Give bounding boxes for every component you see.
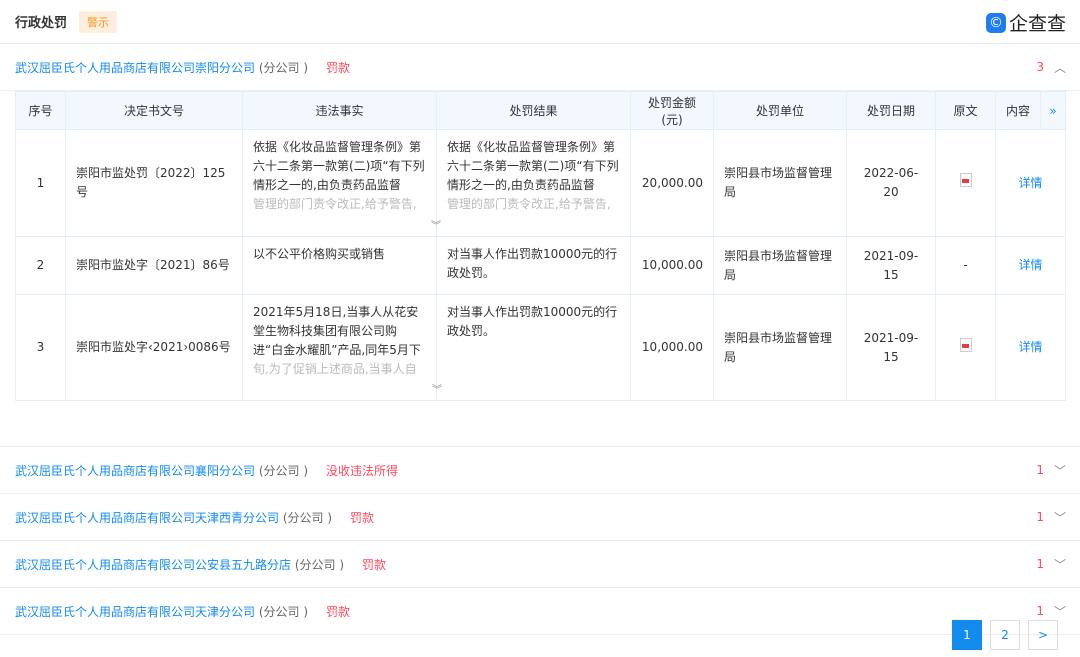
count: 1	[1036, 463, 1044, 477]
cell-doc: 崇阳市监处罚〔2022〕125号	[65, 129, 243, 237]
cell-amount: 10,000.00	[630, 236, 714, 295]
penalty-tag: 罚款	[326, 604, 351, 619]
cell-unit: 崇阳县市场监督管理局	[713, 236, 847, 295]
expand-more-icon[interactable]: ︾	[431, 222, 441, 232]
section-header[interactable]: 武汉屈臣氏个人用品商店有限公司天津西青分公司 (分公司 ) 罚款 1 ﹀	[0, 494, 1080, 541]
expand-columns-icon[interactable]: »	[1040, 91, 1066, 130]
qcc-logo: © 企查查	[985, 9, 1066, 36]
count: 1	[1036, 604, 1044, 618]
pdf-icon[interactable]	[935, 294, 996, 401]
cell-amount: 10,000.00	[630, 294, 714, 401]
cell-date: 2022-06-20	[846, 129, 936, 237]
cell-no: 3	[15, 294, 66, 401]
cell-result: 依据《化妆品监督管理条例》第六十二条第一款第(二)项“有下列情形之一的,由负责药…	[431, 129, 631, 237]
panel-header: 行政处罚 警示 © 企查查	[0, 0, 1080, 44]
company-link[interactable]: 武汉屈臣氏个人用品商店有限公司襄阳分公司 (分公司 )	[15, 462, 308, 479]
cell-amount: 20,000.00	[630, 129, 714, 237]
warning-badge: 警示	[79, 10, 118, 33]
pagination: 1 2 >	[952, 620, 1058, 650]
table-row: 3 崇阳市监处字‹2021›0086号 2021年5月18日,当事人从花安堂生物…	[15, 294, 1066, 401]
table-row: 1 崇阳市监处罚〔2022〕125号 依据《化妆品监督管理条例》第六十二条第一款…	[15, 129, 1066, 237]
col-header: 原文	[935, 91, 996, 130]
cell-doc: 崇阳市监处字‹2021›0086号	[65, 294, 243, 401]
company-link[interactable]: 武汉屈臣氏个人用品商店有限公司崇阳分公司 (分公司 )	[15, 59, 308, 76]
cell-date: 2021-09-15	[846, 236, 936, 295]
section-header[interactable]: 武汉屈臣氏个人用品商店有限公司天津分公司 (分公司 ) 罚款 1 ﹀	[0, 588, 1080, 635]
logo-text: 企查查	[1008, 13, 1066, 35]
cell-date: 2021-09-15	[846, 294, 936, 401]
chevron-down-icon[interactable]: ﹀	[1054, 509, 1066, 526]
cell-fact: 依据《化妆品监督管理条例》第六十二条第一款第(二)项“有下列情形之一的,由负责药…	[242, 129, 437, 237]
detail-link[interactable]: 详情	[995, 236, 1066, 295]
cell-unit: 崇阳县市场监督管理局	[713, 294, 847, 401]
chevron-down-icon[interactable]: ﹀	[1054, 556, 1066, 573]
col-header: 决定书文号	[65, 91, 243, 130]
table-row: 2 崇阳市监处字〔2021〕86号 以不公平价格购买或销售 对当事人作出罚款10…	[15, 236, 1066, 295]
penalty-table: 序号 决定书文号 违法事实 处罚结果 处罚金额(元) 处罚单位 处罚日期 原文 …	[15, 91, 1066, 401]
count: 1	[1036, 510, 1044, 524]
cell-result: 对当事人作出罚款10000元的行政处罚。	[436, 236, 631, 295]
cell-fact: 2021年5月18日,当事人从花安堂生物科技集团有限公司购进“白金水耀肌”产品,…	[242, 294, 442, 401]
col-header: 处罚金额(元)	[630, 91, 714, 130]
cell-doc: 崇阳市监处字〔2021〕86号	[65, 236, 243, 295]
cell-original: -	[935, 236, 996, 295]
company-link[interactable]: 武汉屈臣氏个人用品商店有限公司天津西青分公司 (分公司 )	[15, 509, 332, 526]
page-2-button[interactable]: 2	[990, 620, 1020, 650]
pdf-icon[interactable]	[935, 129, 996, 237]
col-header: 处罚单位	[713, 91, 847, 130]
cell-result: 对当事人作出罚款10000元的行政处罚。	[436, 294, 631, 401]
col-header: 处罚结果	[436, 91, 631, 130]
col-header: 序号	[15, 91, 66, 130]
company-link[interactable]: 武汉屈臣氏个人用品商店有限公司公安县五九路分店 (分公司 )	[15, 556, 344, 573]
section-header[interactable]: 武汉屈臣氏个人用品商店有限公司崇阳分公司 (分公司 ) 罚款 3 ︿	[0, 44, 1080, 91]
chevron-down-icon[interactable]: ﹀	[1054, 462, 1066, 479]
expand-more-icon[interactable]: ︾	[432, 386, 442, 396]
chevron-up-icon[interactable]: ︿	[1054, 59, 1066, 76]
col-header: 违法事实	[242, 91, 437, 130]
table-header: 序号 决定书文号 违法事实 处罚结果 处罚金额(元) 处罚单位 处罚日期 原文 …	[15, 91, 1066, 130]
next-page-button[interactable]: >	[1028, 620, 1058, 650]
count: 1	[1036, 557, 1044, 571]
penalty-tag: 没收违法所得	[326, 463, 399, 478]
logo-icon: ©	[985, 12, 1006, 33]
detail-link[interactable]: 详情	[995, 294, 1066, 401]
col-header: 处罚日期	[846, 91, 936, 130]
section-header[interactable]: 武汉屈臣氏个人用品商店有限公司公安县五九路分店 (分公司 ) 罚款 1 ﹀	[0, 541, 1080, 588]
cell-no: 1	[15, 129, 66, 237]
cell-no: 2	[15, 236, 66, 295]
detail-link[interactable]: 详情	[995, 129, 1066, 237]
section-header[interactable]: 武汉屈臣氏个人用品商店有限公司襄阳分公司 (分公司 ) 没收违法所得 1 ﹀	[0, 447, 1080, 494]
penalty-tag: 罚款	[326, 60, 351, 75]
company-link[interactable]: 武汉屈臣氏个人用品商店有限公司天津分公司 (分公司 )	[15, 603, 308, 620]
col-header: 内容	[995, 91, 1041, 130]
page-1-button[interactable]: 1	[952, 620, 982, 650]
chevron-down-icon[interactable]: ﹀	[1054, 603, 1066, 620]
panel-title: 行政处罚	[15, 16, 68, 31]
penalty-tag: 罚款	[362, 557, 387, 572]
penalty-tag: 罚款	[350, 510, 375, 525]
cell-unit: 崇阳县市场监督管理局	[713, 129, 847, 237]
cell-fact: 以不公平价格购买或销售	[242, 236, 437, 295]
count: 3	[1036, 60, 1044, 74]
